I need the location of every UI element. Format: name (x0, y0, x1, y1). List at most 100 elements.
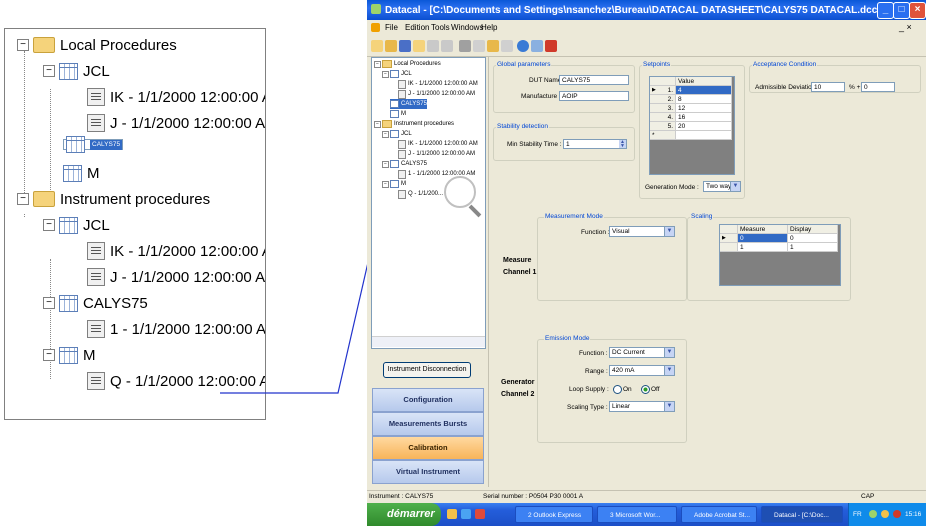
task-outlook[interactable]: 2 Outlook Express (515, 506, 593, 523)
close-button[interactable]: × (909, 2, 926, 19)
grid-cell-new[interactable] (676, 131, 732, 140)
collapse-icon[interactable]: − (382, 180, 389, 188)
spinner-icon[interactable]: ▲ ▼ (619, 140, 626, 149)
folder-icon (382, 60, 392, 68)
grid-corner (720, 225, 738, 234)
paste-icon[interactable] (487, 40, 499, 52)
language-indicator[interactable]: FR (853, 503, 862, 526)
collapse-icon[interactable]: − (382, 130, 389, 138)
chevron-down-icon[interactable]: ▼ (664, 366, 674, 375)
chart-icon[interactable] (531, 40, 543, 52)
grid-row-index: 3. (650, 104, 676, 113)
minimize-button[interactable]: _ (877, 2, 894, 19)
nav-calibration[interactable]: Calibration (372, 436, 484, 460)
nav-measurements-bursts[interactable]: Measurements Bursts (372, 412, 484, 436)
gen-function-select[interactable]: DC Current ▼ (609, 347, 675, 358)
grid-header-display: Display (788, 225, 838, 234)
tree-item[interactable]: IK - 1/1/2000 12:00:00 AM (398, 79, 478, 89)
grid-cell[interactable]: 4 (676, 86, 732, 95)
menu-help[interactable]: Help (481, 23, 497, 32)
tree-item[interactable]: Q - 1/1/200... (398, 189, 443, 199)
help-icon[interactable] (517, 40, 529, 52)
menu-windows[interactable]: Windows (451, 23, 483, 32)
grid-cell[interactable]: 12 (676, 104, 732, 113)
grid-cell[interactable]: 1 (738, 243, 788, 252)
generation-mode-select[interactable]: Two way ▼ (703, 181, 741, 192)
horizontal-scrollbar[interactable] (372, 336, 485, 347)
tree-item-label: Local Procedures (394, 61, 441, 67)
deviation-percent-input[interactable]: 10 (811, 82, 845, 92)
grid-new-row: * (650, 131, 676, 140)
quicklaunch-icon[interactable] (475, 509, 485, 519)
mdi-controls[interactable]: _ × (899, 22, 912, 32)
grid-cell[interactable]: 8 (676, 95, 732, 104)
tree-item[interactable]: − JCL (382, 69, 412, 79)
start-button[interactable]: démarrer (367, 503, 441, 526)
tree-item-selected[interactable]: CALYS75 (390, 99, 427, 109)
tree-item-label: Q - 1/1/200... (408, 191, 444, 197)
grid-cell[interactable]: 0 (738, 234, 788, 243)
chevron-down-icon[interactable]: ▼ (664, 348, 674, 357)
folder-icon[interactable] (413, 40, 425, 52)
collapse-icon[interactable]: − (382, 160, 389, 168)
tree-item[interactable]: J - 1/1/2000 12:00:00 AM (398, 149, 475, 159)
manufacture-input[interactable]: AOIP (559, 91, 629, 101)
tree-item[interactable]: − JCL (382, 129, 412, 139)
chevron-down-icon[interactable]: ▼ (730, 182, 740, 191)
nav-virtual-instrument[interactable]: Virtual Instrument (372, 460, 484, 484)
scaling-type-select[interactable]: Linear ▼ (609, 401, 675, 412)
maximize-button[interactable]: □ (893, 2, 910, 19)
collapse-icon[interactable]: − (382, 70, 389, 78)
collapse-icon[interactable]: − (374, 60, 381, 68)
nav-configuration[interactable]: Configuration (372, 388, 484, 412)
preview-icon[interactable] (441, 40, 453, 52)
task-acrobat[interactable]: Adobe Acrobat St... (681, 506, 757, 523)
tree-item[interactable]: − Local Procedures (374, 59, 441, 69)
loop-off-radio[interactable] (641, 385, 650, 394)
chevron-down-icon[interactable]: ▼ (664, 227, 674, 236)
quicklaunch-icon[interactable] (447, 509, 457, 519)
loop-on-radio[interactable] (613, 385, 622, 394)
tree-item-label: M (401, 111, 406, 117)
serial-status: Serial number : P0504 P30 0001 A (483, 493, 584, 500)
tray-icon[interactable] (893, 510, 901, 518)
tree-item[interactable]: − CALYS75 (382, 159, 427, 169)
tree-item-label: CALYS75 (401, 161, 427, 167)
measure-function-select[interactable]: Visual ▼ (609, 226, 675, 237)
quicklaunch-icon[interactable] (461, 509, 471, 519)
menu-file[interactable]: File (385, 23, 398, 32)
group-title: Stability detection (496, 123, 549, 130)
collapse-icon[interactable]: − (374, 120, 381, 128)
dut-name-input[interactable]: CALYS75 (559, 75, 629, 85)
grid-cell[interactable]: 16 (676, 113, 732, 122)
task-datacal[interactable]: Datacal - [C:\Doc... (761, 506, 843, 523)
new-icon[interactable] (371, 40, 383, 52)
tool-icon[interactable] (545, 40, 557, 52)
tree-item[interactable]: − Instrument procedures (374, 119, 454, 129)
min-stability-time-input[interactable]: 1 (563, 139, 627, 149)
save-icon[interactable] (399, 40, 411, 52)
tree-item[interactable]: IK - 1/1/2000 12:00:00 AM (398, 139, 478, 149)
deviation-offset-input[interactable]: 0 (861, 82, 895, 92)
tray-icon[interactable] (869, 510, 877, 518)
grid-cell[interactable]: 0 (788, 234, 838, 243)
instrument-disconnection-button[interactable]: Instrument Disconnection (383, 362, 471, 378)
range-select[interactable]: 420 mA ▼ (609, 365, 675, 376)
tray-icon[interactable] (881, 510, 889, 518)
cut-icon[interactable] (459, 40, 471, 52)
title-bar[interactable]: Datacal - [C:\Documents and Settings\nsa… (367, 0, 926, 20)
find-icon[interactable] (501, 40, 513, 52)
procedure-tree[interactable]: − Local Procedures − JCL IK - 1/1/2000 12:… (371, 57, 486, 349)
tree-item[interactable]: M (390, 109, 406, 119)
chevron-down-icon[interactable]: ▼ (664, 402, 674, 411)
task-word[interactable]: 3 Microsoft Wor... (597, 506, 677, 523)
grid-cell[interactable]: 20 (676, 122, 732, 131)
copy-icon[interactable] (473, 40, 485, 52)
menu-edition[interactable]: Edition (405, 23, 429, 32)
menu-tools[interactable]: Tools (431, 23, 450, 32)
grid-cell[interactable]: 1 (788, 243, 838, 252)
tree-item[interactable]: − M (382, 179, 406, 189)
print-icon[interactable] (427, 40, 439, 52)
open-icon[interactable] (385, 40, 397, 52)
tree-item[interactable]: J - 1/1/2000 12:00:00 AM (398, 89, 475, 99)
